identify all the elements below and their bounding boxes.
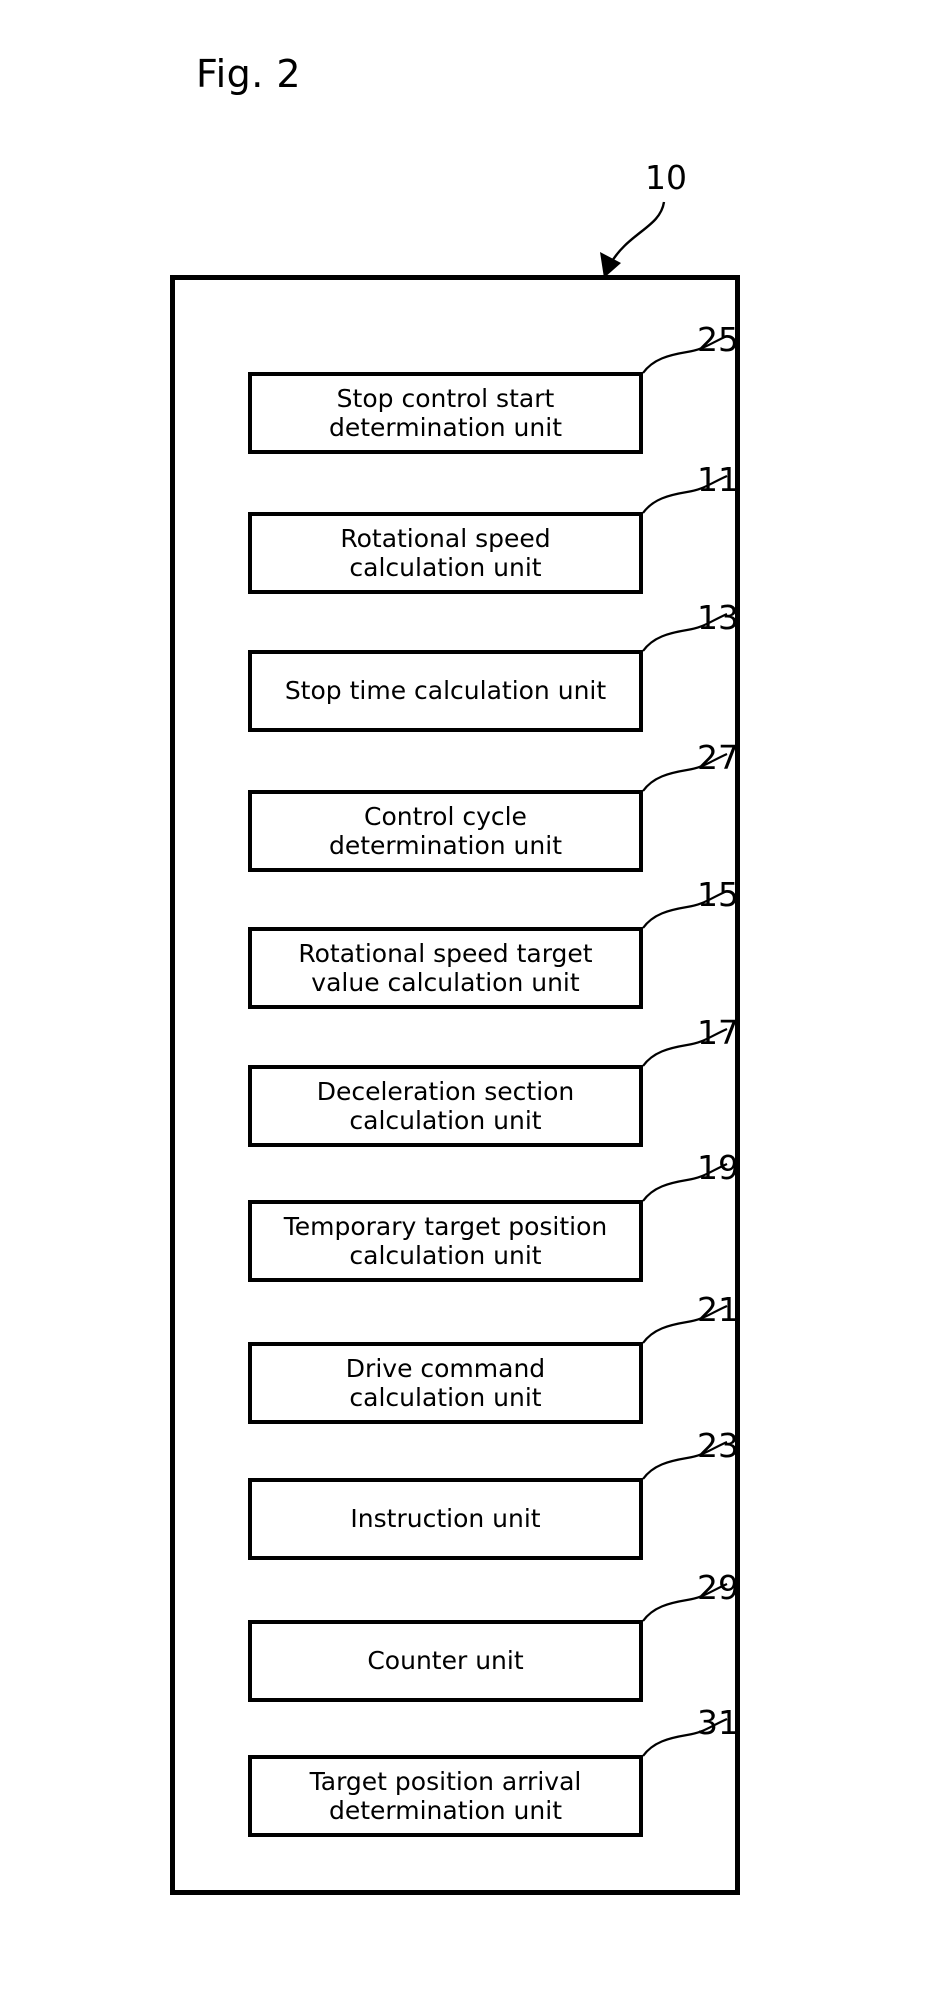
unit-label: Temporary target position calculation un…	[283, 1211, 608, 1270]
unit-box-17: Deceleration section calculation unit	[248, 1065, 643, 1147]
unit-label: Deceleration section calculation unit	[316, 1076, 575, 1135]
unit-box-19: Temporary target position calculation un…	[248, 1200, 643, 1282]
reference-numeral-23: 23	[697, 1426, 739, 1465]
unit-box-23: Instruction unit	[248, 1478, 643, 1560]
unit-box-29: Counter unit	[248, 1620, 643, 1702]
leader-line-10	[607, 201, 666, 267]
unit-label: Stop control start determination unit	[328, 383, 562, 442]
reference-numeral-10: 10	[645, 158, 687, 197]
unit-box-25: Stop control start determination unit	[248, 372, 643, 454]
reference-numeral-11: 11	[697, 460, 739, 499]
reference-numeral-15: 15	[697, 875, 739, 914]
reference-numeral-29: 29	[697, 1568, 739, 1607]
unit-label: Stop time calculation unit	[284, 676, 607, 706]
unit-box-21: Drive command calculation unit	[248, 1342, 643, 1424]
unit-box-15: Rotational speed target value calculatio…	[248, 927, 643, 1009]
reference-numeral-25: 25	[697, 320, 739, 359]
unit-box-11: Rotational speed calculation unit	[248, 512, 643, 594]
unit-label: Counter unit	[367, 1646, 524, 1676]
reference-numeral-27: 27	[697, 738, 739, 777]
unit-box-13: Stop time calculation unit	[248, 650, 643, 732]
unit-label: Rotational speed target value calculatio…	[298, 938, 593, 997]
unit-label: Drive command calculation unit	[345, 1353, 546, 1412]
unit-label: Target position arrival determination un…	[309, 1766, 582, 1825]
unit-label: Instruction unit	[350, 1504, 541, 1534]
unit-label: Rotational speed calculation unit	[340, 523, 551, 582]
unit-label: Control cycle determination unit	[328, 801, 562, 860]
unit-box-27: Control cycle determination unit	[248, 790, 643, 872]
figure-root: Fig. 2 10 Stop control start determinati…	[0, 0, 928, 1999]
reference-numeral-21: 21	[697, 1290, 739, 1329]
reference-numeral-31: 31	[697, 1703, 739, 1742]
reference-numeral-17: 17	[697, 1013, 739, 1052]
reference-numeral-13: 13	[697, 598, 739, 637]
unit-box-31: Target position arrival determination un…	[248, 1755, 643, 1837]
reference-numeral-19: 19	[697, 1148, 739, 1187]
figure-title: Fig. 2	[196, 52, 302, 96]
